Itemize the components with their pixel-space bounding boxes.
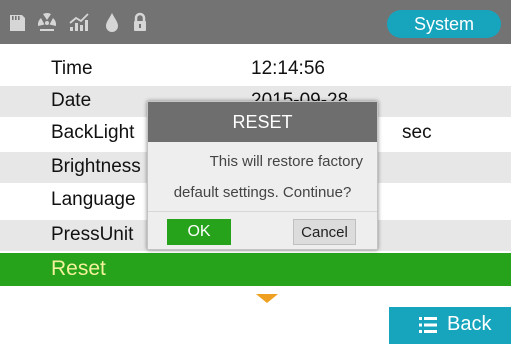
- radiation-icon: [36, 10, 58, 34]
- settings-row-reset[interactable]: Reset: [0, 253, 511, 286]
- divider: [148, 211, 377, 212]
- row-label: PressUnit: [51, 224, 134, 245]
- water-drop-icon: [101, 10, 123, 34]
- dialog-title: RESET: [148, 102, 377, 142]
- row-label: Reset: [51, 257, 106, 280]
- list-icon: [419, 316, 437, 334]
- row-label: Language: [51, 189, 136, 210]
- lock-icon: [129, 10, 151, 34]
- ok-button[interactable]: OK: [167, 219, 231, 245]
- status-bar: System: [0, 0, 511, 44]
- backlight-unit: sec: [402, 122, 432, 143]
- time-value: 12:14:56: [251, 58, 325, 79]
- tab-system[interactable]: System: [387, 10, 501, 38]
- cancel-button[interactable]: Cancel: [293, 219, 356, 245]
- settings-row-time[interactable]: Time 12:14:56: [0, 54, 511, 85]
- reset-dialog: RESET This will restore factory default …: [147, 101, 378, 250]
- dialog-message-line2: default settings. Continue?: [173, 184, 352, 201]
- trend-chart-icon: [68, 10, 90, 34]
- back-label: Back: [447, 313, 492, 335]
- row-label: Time: [51, 58, 93, 79]
- row-label: Brightness: [51, 156, 141, 177]
- dialog-message-line1: This will restore factory: [209, 153, 363, 170]
- chevron-down-icon[interactable]: [256, 294, 278, 303]
- row-label: Date: [51, 90, 92, 111]
- back-button[interactable]: Back: [389, 307, 511, 344]
- sd-card-icon: [6, 10, 28, 34]
- row-label: BackLight: [51, 122, 135, 143]
